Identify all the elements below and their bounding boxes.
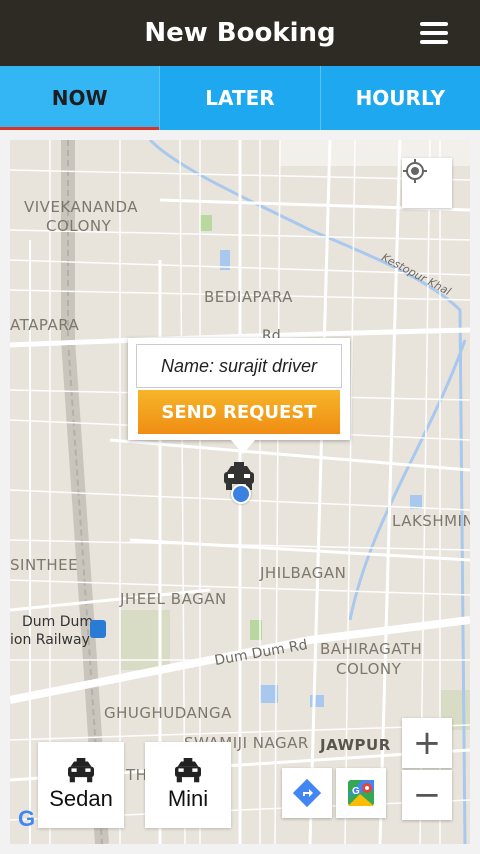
map-area-label: JHILBAGAN (260, 564, 347, 582)
vehicle-label: Mini (167, 786, 209, 811)
map-area-label: BAHIRAGATH (320, 640, 423, 658)
google-logo: G (18, 806, 36, 831)
driver-info-popup: Name: surajit driver SEND REQUEST (128, 338, 350, 454)
tab-later[interactable]: LATER (160, 66, 321, 130)
taxi-icon (175, 758, 201, 783)
station-label: ion Railway (10, 632, 90, 648)
current-location-dot (231, 484, 251, 504)
map-area-label: JHEEL BAGAN (120, 590, 227, 608)
map-area-label: LAKSHMIN (392, 512, 470, 530)
hamburger-menu-icon[interactable] (420, 22, 448, 46)
map-area-label: JAWPUR (320, 736, 391, 754)
page-title: New Booking (144, 18, 336, 48)
booking-tabs: NOW LATER HOURLY (0, 66, 480, 130)
vehicle-option-mini[interactable]: Mini (145, 742, 231, 828)
zoom-in-button[interactable]: + (402, 718, 452, 768)
app-header: New Booking (0, 0, 480, 66)
tab-now[interactable]: NOW (0, 66, 161, 130)
driver-name: Name: surajit driver (136, 344, 342, 388)
crosshair-icon (403, 159, 427, 183)
google-maps-icon: G (348, 780, 374, 806)
map-area-label: COLONY (336, 660, 402, 678)
map-area-label: SINTHEE (10, 556, 79, 574)
map-area-label: COLONY (46, 217, 112, 235)
svg-text:G: G (352, 786, 360, 797)
map-view[interactable]: VIVEKANANDA COLONY BEDIAPARA ATAPARA LAK… (10, 140, 470, 844)
my-location-button[interactable] (402, 158, 452, 208)
map-area-label: VIVEKANANDA (24, 198, 139, 216)
send-request-button[interactable]: SEND REQUEST (138, 390, 340, 434)
tab-hourly[interactable]: HOURLY (320, 66, 480, 130)
zoom-out-button[interactable]: − (402, 770, 452, 820)
vehicle-label: Sedan (49, 786, 113, 811)
taxi-icon (68, 758, 94, 783)
vehicle-option-sedan[interactable]: Sedan (38, 742, 124, 828)
train-station-icon (90, 620, 106, 638)
directions-button[interactable] (282, 768, 332, 818)
open-in-maps-button[interactable]: G (336, 768, 386, 818)
map-area-label: BEDIAPARA (204, 288, 293, 306)
station-label: Dum Dum (22, 614, 94, 630)
directions-icon (293, 779, 321, 807)
map-area-label: ATAPARA (10, 316, 80, 334)
map-area-label: GHUGHUDANGA (104, 704, 232, 722)
